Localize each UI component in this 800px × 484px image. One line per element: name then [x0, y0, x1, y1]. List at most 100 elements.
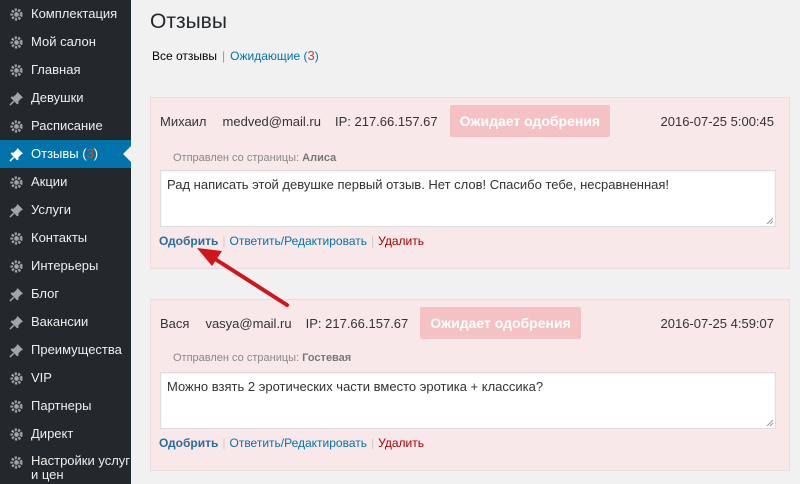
pin-icon — [8, 314, 24, 330]
filter-pending-suffix: ) — [314, 49, 319, 63]
approve-link[interactable]: Одобрить — [159, 436, 218, 450]
review-date: 2016-07-25 5:00:45 — [660, 113, 774, 129]
review-author-name: Вася — [160, 315, 190, 331]
sidebar-item-vip[interactable]: VIP — [0, 364, 131, 392]
sidebar-item-vakansii[interactable]: Вакансии — [0, 308, 131, 336]
sidebar-item-raspisanie[interactable]: Расписание — [0, 112, 131, 140]
sidebar-item-label-text: Отзывы ( — [31, 146, 87, 161]
resize-grip-icon[interactable] — [766, 419, 774, 427]
gear-icon — [8, 62, 24, 78]
sidebar-item-label: Расписание — [31, 118, 103, 133]
sidebar-item-label: Партнеры — [31, 398, 92, 413]
gear-icon — [8, 398, 24, 414]
sidebar-item-label-suffix: ) — [93, 146, 99, 161]
gear-icon — [8, 370, 24, 386]
sidebar-item-label: Услуги — [31, 202, 71, 217]
sidebar-item-uslugi[interactable]: Услуги — [0, 196, 131, 224]
action-separator: | — [371, 234, 375, 248]
gear-icon — [8, 6, 24, 22]
sidebar-item-aktsii[interactable]: Акции — [0, 168, 131, 196]
sidebar-item-label: Отзывы (3) — [31, 147, 98, 161]
sidebar-item-label: Комплектация — [31, 6, 118, 21]
reply-edit-link[interactable]: Ответить/Редактировать — [229, 234, 367, 248]
sidebar-item-blog[interactable]: Блог — [0, 280, 131, 308]
filter-separator: | — [222, 49, 226, 63]
sidebar-item-nastroyki-uslug[interactable]: Настройки услуг и цен — [0, 448, 131, 484]
sidebar-item-glavnaya[interactable]: Главная — [0, 56, 131, 84]
main-content: Отзывы Все отзывы | Ожидающие (3) Михаил m… — [131, 0, 800, 484]
delete-link[interactable]: Удалить — [378, 436, 424, 450]
review-source-prefix: Отправлен со страницы: — [173, 152, 300, 164]
review-header: Вася vasya@mail.ru IP: 217.66.157.67 Ожи… — [160, 305, 780, 341]
sidebar-item-komplektatsiya[interactable]: Комплектация — [0, 0, 131, 28]
sidebar-item-interery[interactable]: Интерьеры — [0, 252, 131, 280]
approve-link[interactable]: Одобрить — [159, 234, 218, 248]
review-source-page: Гостевая — [302, 352, 352, 364]
sidebar-item-label: Контакты — [31, 230, 88, 245]
action-separator: | — [371, 436, 375, 450]
review-source-page: Алиса — [302, 152, 337, 164]
reply-edit-link[interactable]: Ответить/Редактировать — [229, 436, 367, 450]
action-separator: | — [222, 234, 226, 248]
review-text-field[interactable]: Можно взять 2 эротических части вместо э… — [160, 372, 776, 429]
filter-pending-count: 3 — [307, 48, 315, 63]
admin-sidebar: Комплектация Мой салон Главная Девушки Р… — [0, 0, 131, 484]
sidebar-item-label: Настройки услуг и цен — [31, 453, 131, 482]
review-author-name: Михаил — [160, 113, 207, 129]
gear-icon — [8, 34, 24, 50]
review-filters: Все отзывы | Ожидающие (3) — [152, 48, 319, 63]
pin-icon — [8, 90, 24, 106]
sidebar-item-label: Мой салон — [31, 34, 96, 49]
filter-pending-reviews[interactable]: Ожидающие (3) — [230, 48, 319, 63]
sidebar-item-moy-salon[interactable]: Мой салон — [0, 28, 131, 56]
sidebar-item-kontakty[interactable]: Контакты — [0, 224, 131, 252]
sidebar-item-label: VIP — [31, 370, 52, 385]
review-author-email: vasya@mail.ru — [205, 315, 292, 331]
action-separator: | — [222, 436, 226, 450]
filter-all-reviews[interactable]: Все отзывы — [152, 49, 217, 63]
sidebar-item-label: Главная — [31, 62, 81, 77]
gear-icon — [8, 230, 24, 246]
gear-icon — [8, 454, 24, 470]
sidebar-item-label: Девушки — [31, 90, 84, 105]
review-text: Можно взять 2 эротических части вместо э… — [167, 379, 544, 394]
review-text-field[interactable]: Рад написать этой девушке первый отзыв. … — [160, 170, 776, 227]
review-author-ip: IP: 217.66.157.67 — [334, 113, 438, 129]
awaiting-approval-badge: Ожидает одобрения — [420, 307, 581, 339]
gear-icon — [8, 118, 24, 134]
awaiting-approval-badge: Ожидает одобрения — [449, 105, 611, 137]
sidebar-item-label: Преимущества — [31, 342, 122, 357]
review-author-email: medved@mail.ru — [222, 113, 321, 129]
pending-count-badge: 3 — [86, 146, 94, 161]
pin-icon — [8, 342, 24, 358]
review-source: Отправлен со страницы: Гостевая — [173, 352, 351, 364]
sidebar-item-preimushchestva[interactable]: Преимущества — [0, 336, 131, 364]
gear-icon — [8, 174, 24, 190]
review-card: Михаил medved@mail.ru IP: 217.66.157.67 … — [150, 97, 790, 269]
sidebar-item-otzyvy[interactable]: Отзывы (3) — [0, 140, 131, 168]
sidebar-item-label: Директ — [31, 426, 74, 441]
sidebar-item-label: Интерьеры — [31, 258, 99, 273]
review-text: Рад написать этой девушке первый отзыв. … — [167, 177, 670, 192]
review-actions: Одобрить | Ответить/Редактировать | Удалить — [159, 234, 424, 248]
sidebar-item-devushki[interactable]: Девушки — [0, 84, 131, 112]
gear-icon — [8, 426, 24, 442]
review-actions: Одобрить | Ответить/Редактировать | Удалить — [159, 436, 424, 450]
sidebar-item-label: Вакансии — [31, 314, 89, 329]
pin-icon — [8, 202, 24, 218]
review-source: Отправлен со страницы: Алиса — [173, 152, 336, 164]
pin-icon — [8, 286, 24, 302]
filter-pending-label: Ожидающие ( — [230, 49, 308, 63]
review-card: Вася vasya@mail.ru IP: 217.66.157.67 Ожи… — [150, 299, 790, 471]
sidebar-item-label: Акции — [31, 174, 68, 189]
sidebar-item-partnery[interactable]: Партнеры — [0, 392, 131, 420]
delete-link[interactable]: Удалить — [378, 234, 424, 248]
review-author-ip: IP: 217.66.157.67 — [305, 315, 409, 331]
resize-grip-icon[interactable] — [766, 217, 774, 225]
review-date: 2016-07-25 4:59:07 — [660, 315, 774, 331]
sidebar-item-label: Блог — [31, 286, 60, 301]
gear-icon — [8, 258, 24, 274]
pin-icon — [8, 146, 24, 162]
sidebar-item-direkt[interactable]: Директ — [0, 420, 131, 448]
page-title: Отзывы — [150, 10, 227, 33]
